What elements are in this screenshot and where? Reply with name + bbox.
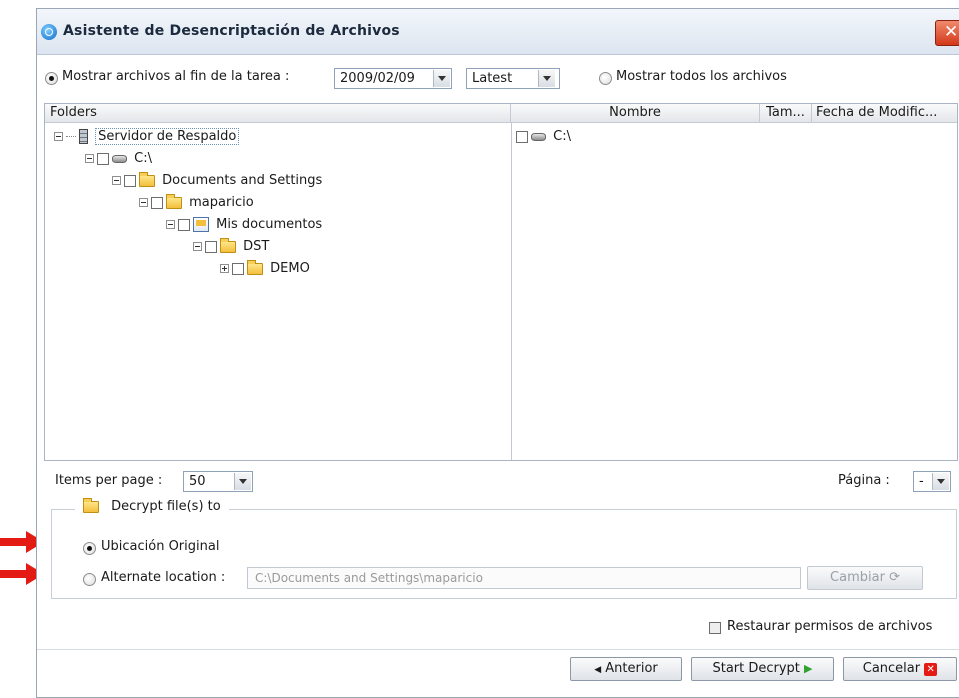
version-select[interactable]: Latest (466, 68, 560, 89)
cancel-button-label: Cancelar (862, 661, 921, 676)
play-arrow-icon: ▶ (804, 662, 813, 675)
tree-node-label: Mis documentos (216, 217, 323, 232)
page-label: Página : (838, 473, 890, 488)
restore-permissions-checkbox[interactable] (709, 622, 721, 634)
back-button-label: Anterior (605, 661, 658, 676)
restore-permissions-label: Restaurar permisos de archivos (727, 619, 933, 634)
browse-panel: Folders Nombre Tam... Fecha de Modific..… (44, 103, 958, 461)
start-decrypt-label: Start Decrypt (712, 661, 800, 676)
title-bar: Asistente de Desencriptación de Archivos… (37, 9, 959, 55)
app-logo-icon (41, 24, 57, 40)
column-header-name[interactable]: Nombre (511, 104, 760, 122)
footer-divider (37, 649, 959, 650)
file-checkbox[interactable] (516, 130, 528, 143)
alternate-location-radio[interactable] (83, 573, 96, 586)
show-all-radio[interactable] (599, 72, 612, 85)
folder-icon (247, 259, 263, 275)
decrypt-group-label: Decrypt file(s) to (111, 499, 221, 514)
tree-node-documents-and-settings[interactable]: Documents and Settings (112, 170, 325, 192)
tree-node-mis-documentos[interactable]: Mis documentos (166, 214, 325, 236)
collapse-icon[interactable] (193, 242, 202, 251)
column-header-size[interactable]: Tam... (760, 104, 812, 122)
refresh-icon: ⟳ (889, 570, 900, 585)
show-all-label: Mostrar todos los archivos (616, 69, 787, 84)
folders-header-label: Folders (50, 105, 97, 120)
date-select[interactable]: 2009/02/09 (334, 68, 452, 89)
tree-node-drive-c[interactable]: C:\ (85, 148, 155, 170)
cancel-button[interactable]: Cancelar ✕ (843, 657, 957, 681)
documents-icon (193, 217, 209, 232)
tree-node-label: Servidor de Respaldo (95, 128, 240, 145)
chevron-down-icon[interactable] (433, 70, 450, 87)
tree-node-dst[interactable]: DST (193, 236, 272, 258)
collapse-icon[interactable] (139, 198, 148, 207)
page-select[interactable]: - (913, 471, 951, 492)
decrypt-group-legend: Decrypt file(s) to (75, 497, 229, 514)
tree-connector (66, 136, 76, 137)
show-at-end-radio[interactable] (45, 72, 58, 85)
collapse-icon[interactable] (54, 132, 63, 141)
tree-node-demo[interactable]: DEMO (220, 258, 313, 280)
panel-divider (511, 123, 512, 460)
file-name: C:\ (553, 129, 571, 144)
tree-checkbox[interactable] (205, 240, 217, 253)
tree-node-label: maparicio (189, 195, 254, 210)
folders-header: Folders (45, 104, 511, 123)
tree-node-label: DST (243, 239, 270, 254)
tree-node-label: DEMO (270, 261, 310, 276)
show-at-end-label: Mostrar archivos al fin de la tarea : (62, 69, 290, 84)
original-location-radio[interactable] (83, 542, 96, 555)
start-decrypt-button[interactable]: Start Decrypt ▶ (691, 657, 834, 681)
expand-icon[interactable] (220, 264, 229, 273)
tree-checkbox[interactable] (97, 152, 109, 165)
file-row[interactable]: C:\ (516, 126, 574, 148)
items-per-page-select[interactable]: 50 (183, 471, 253, 492)
close-button[interactable]: ✕ (935, 20, 959, 46)
server-icon (79, 129, 88, 144)
chevron-down-icon[interactable] (932, 473, 949, 490)
page-select-value: - (919, 474, 924, 489)
date-select-value: 2009/02/09 (340, 71, 415, 86)
cancel-x-icon: ✕ (924, 663, 938, 676)
tree-node-label: C:\ (134, 151, 152, 166)
chevron-down-icon[interactable] (234, 473, 251, 490)
folder-icon (220, 237, 236, 253)
column-header-modified[interactable]: Fecha de Modific... (812, 104, 957, 122)
tree-checkbox[interactable] (178, 218, 190, 231)
items-per-page-value: 50 (189, 474, 206, 489)
collapse-icon[interactable] (166, 220, 175, 229)
alternate-location-label: Alternate location : (101, 570, 226, 585)
tree-node-maparicio[interactable]: maparicio (139, 192, 257, 214)
collapse-icon[interactable] (85, 154, 94, 163)
tree-checkbox[interactable] (151, 196, 163, 209)
folder-icon (166, 193, 182, 209)
tree-checkbox[interactable] (124, 174, 136, 187)
change-location-button[interactable]: Cambiar ⟳ (807, 566, 923, 590)
version-select-value: Latest (472, 71, 513, 86)
alternate-path-value: C:\Documents and Settings\maparicio (255, 571, 483, 585)
items-per-page-label: Items per page : (55, 473, 163, 488)
drive-icon (531, 132, 546, 141)
original-location-label: Ubicación Original (101, 539, 220, 554)
tree-node-label: Documents and Settings (162, 173, 323, 188)
chevron-down-icon[interactable] (538, 70, 555, 87)
drive-icon (112, 154, 127, 163)
tree-checkbox[interactable] (232, 262, 244, 275)
window-title: Asistente de Desencriptación de Archivos (63, 23, 400, 39)
folder-icon (139, 171, 155, 187)
tree-node-server[interactable]: Servidor de Respaldo (54, 126, 242, 148)
back-button[interactable]: ◀ Anterior (570, 657, 682, 681)
decrypt-wizard-window: Asistente de Desencriptación de Archivos… (36, 8, 959, 698)
files-header: Nombre Tam... Fecha de Modific... (511, 104, 957, 123)
alternate-path-field[interactable]: C:\Documents and Settings\maparicio (247, 567, 801, 589)
open-folder-icon (83, 497, 99, 513)
collapse-icon[interactable] (112, 176, 121, 185)
change-location-label: Cambiar (830, 570, 885, 585)
left-arrow-icon: ◀ (594, 665, 602, 675)
